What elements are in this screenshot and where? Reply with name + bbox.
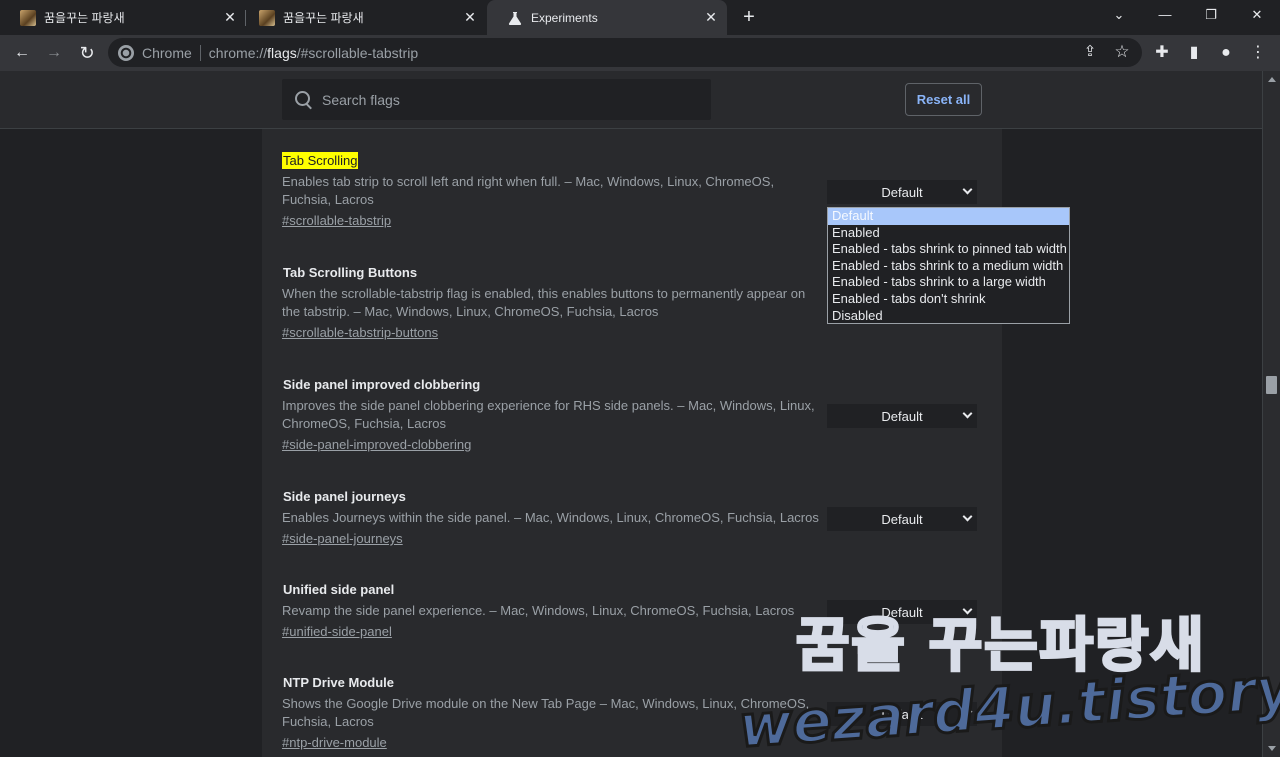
flag-permalink[interactable]: #unified-side-panel [282,624,392,639]
flag-side-panel-journeys: Side panel journeys Enables Journeys wit… [282,488,822,548]
reload-icon[interactable]: ↻ [73,39,101,67]
tab-experiments[interactable]: Experiments ✕ [487,0,727,35]
select-value: Default [881,184,923,200]
flag-permalink[interactable]: #ntp-drive-module [282,735,387,750]
flask-icon [507,10,523,26]
forward-arrow-icon[interactable]: → [40,39,68,67]
option-default[interactable]: Default [828,208,1069,225]
flag-name: NTP Drive Module [283,675,395,690]
share-icon[interactable]: ⇪ [1076,38,1104,66]
option-enabled[interactable]: Enabled [828,225,1069,242]
tab-scrolling-options-list: Default Enabled Enabled - tabs shrink to… [827,207,1070,324]
scheme-label: Chrome [142,44,192,61]
option-shrink-pinned[interactable]: Enabled - tabs shrink to pinned tab widt… [828,241,1069,258]
tab-close-icon[interactable]: ✕ [460,9,480,26]
flag-permalink[interactable]: #scrollable-tabstrip [282,213,391,228]
chevron-down-icon [962,184,973,195]
extensions-puzzle-icon[interactable]: ✚ [1148,39,1176,67]
search-flags-input[interactable] [322,91,682,108]
chrome-logo-icon [118,44,134,61]
flag-permalink[interactable]: #scrollable-tabstrip-buttons [282,325,438,340]
tab-title: 꿈을꾸는 파랑새 [44,11,125,25]
flag-description: Revamp the side panel experience. – Mac,… [282,603,795,618]
scroll-up-arrow-icon[interactable] [1268,77,1276,82]
tab-title: Experiments [531,10,598,25]
scroll-down-arrow-icon[interactable] [1268,746,1276,751]
flag-side-panel-improved-clobbering: Side panel improved clobbering Improves … [282,376,822,454]
select-value: Default [881,511,923,527]
flag-name: Tab Scrolling [282,152,359,169]
search-box[interactable] [282,79,711,120]
search-icon [294,90,314,110]
new-tab-button[interactable]: + [737,5,761,29]
flags-page: Reset all Tab Scrolling Enables tab stri… [0,71,1262,757]
tab-strip: 꿈을꾸는 파랑새 ✕ 꿈을꾸는 파랑새 ✕ Experiments ✕ + ⌄ … [0,0,1280,35]
back-arrow-icon[interactable]: ← [8,39,36,67]
url-path: /#scrollable-tabstrip [296,44,419,61]
tab-1[interactable]: 꿈을꾸는 파랑새 ✕ [0,0,246,35]
option-dont-shrink[interactable]: Enabled - tabs don't shrink [828,291,1069,308]
bookmark-star-icon[interactable]: ☆ [1108,38,1136,66]
select-value: Default [881,706,923,722]
flag-select-side-panel-journeys[interactable]: Default [827,507,977,531]
chevron-down-icon [962,511,973,522]
flag-ntp-drive-module: NTP Drive Module Shows the Google Drive … [282,674,822,752]
tab-close-icon[interactable]: ✕ [701,9,721,26]
flag-description: Shows the Google Drive module on the New… [282,696,810,729]
site-favicon-icon [20,9,36,26]
option-shrink-medium[interactable]: Enabled - tabs shrink to a medium width [828,258,1069,275]
option-shrink-large[interactable]: Enabled - tabs shrink to a large width [828,274,1069,291]
page-scrollbar[interactable] [1262,71,1280,757]
flag-select-tab-scrolling[interactable]: Default [827,180,977,204]
tab-search-icon[interactable]: ⌄ [1096,0,1142,30]
omnibox-divider [199,44,201,61]
flag-select-unified-side-panel[interactable]: Default [827,600,977,624]
tab-2[interactable]: 꿈을꾸는 파랑새 ✕ [239,0,486,35]
reset-all-button[interactable]: Reset all [905,83,982,116]
flag-description: Improves the side panel clobbering exper… [282,398,815,431]
profile-avatar-icon[interactable]: ● [1212,39,1240,67]
flags-header: Reset all [0,71,1262,129]
tab-title: 꿈을꾸는 파랑새 [283,11,364,25]
flag-name: Tab Scrolling Buttons [283,265,418,280]
flag-tab-scrolling-buttons: Tab Scrolling Buttons When the scrollabl… [282,264,822,342]
tab-close-icon[interactable]: ✕ [220,9,240,26]
option-disabled[interactable]: Disabled [828,308,1069,325]
scroll-thumb[interactable] [1266,376,1277,394]
restore-button[interactable]: ❐ [1188,0,1234,30]
chevron-down-icon [962,408,973,419]
side-panel-icon[interactable]: ▮ [1180,39,1208,67]
flag-permalink[interactable]: #side-panel-improved-clobbering [282,437,471,452]
select-value: Default [881,408,923,424]
site-favicon-icon [259,9,275,26]
toolbar: ← → ↻ Chrome chrome://flags/#scrollable-… [0,35,1280,71]
flag-description: Enables tab strip to scroll left and rig… [282,174,775,207]
chevron-down-icon [962,706,973,717]
minimize-button[interactable]: — [1142,0,1188,30]
chevron-down-icon [962,604,973,615]
flag-name: Side panel journeys [283,489,406,504]
url-host: flags [267,44,297,61]
url-scheme: chrome:// [208,44,268,61]
flag-unified-side-panel: Unified side panel Revamp the side panel… [282,581,822,641]
flag-select-ntp-drive-module[interactable]: Default [827,702,977,726]
flag-permalink[interactable]: #side-panel-journeys [282,531,403,546]
address-bar[interactable]: Chrome chrome://flags/#scrollable-tabstr… [108,38,1142,67]
menu-kebab-icon[interactable]: ⋮ [1244,39,1272,67]
flag-name: Side panel improved clobbering [283,377,481,392]
browser-window: 꿈을꾸는 파랑새 ✕ 꿈을꾸는 파랑새 ✕ Experiments ✕ + ⌄ … [0,0,1280,757]
flag-name: Unified side panel [283,582,395,597]
select-value: Default [881,604,923,620]
window-close-button[interactable]: ✕ [1234,0,1280,30]
flag-description: Enables Journeys within the side panel. … [282,510,819,525]
flag-description: When the scrollable-tabstrip flag is ena… [282,286,806,319]
flag-select-side-panel-improved-clobbering[interactable]: Default [827,404,977,428]
flag-tab-scrolling: Tab Scrolling Enables tab strip to scrol… [282,152,822,230]
